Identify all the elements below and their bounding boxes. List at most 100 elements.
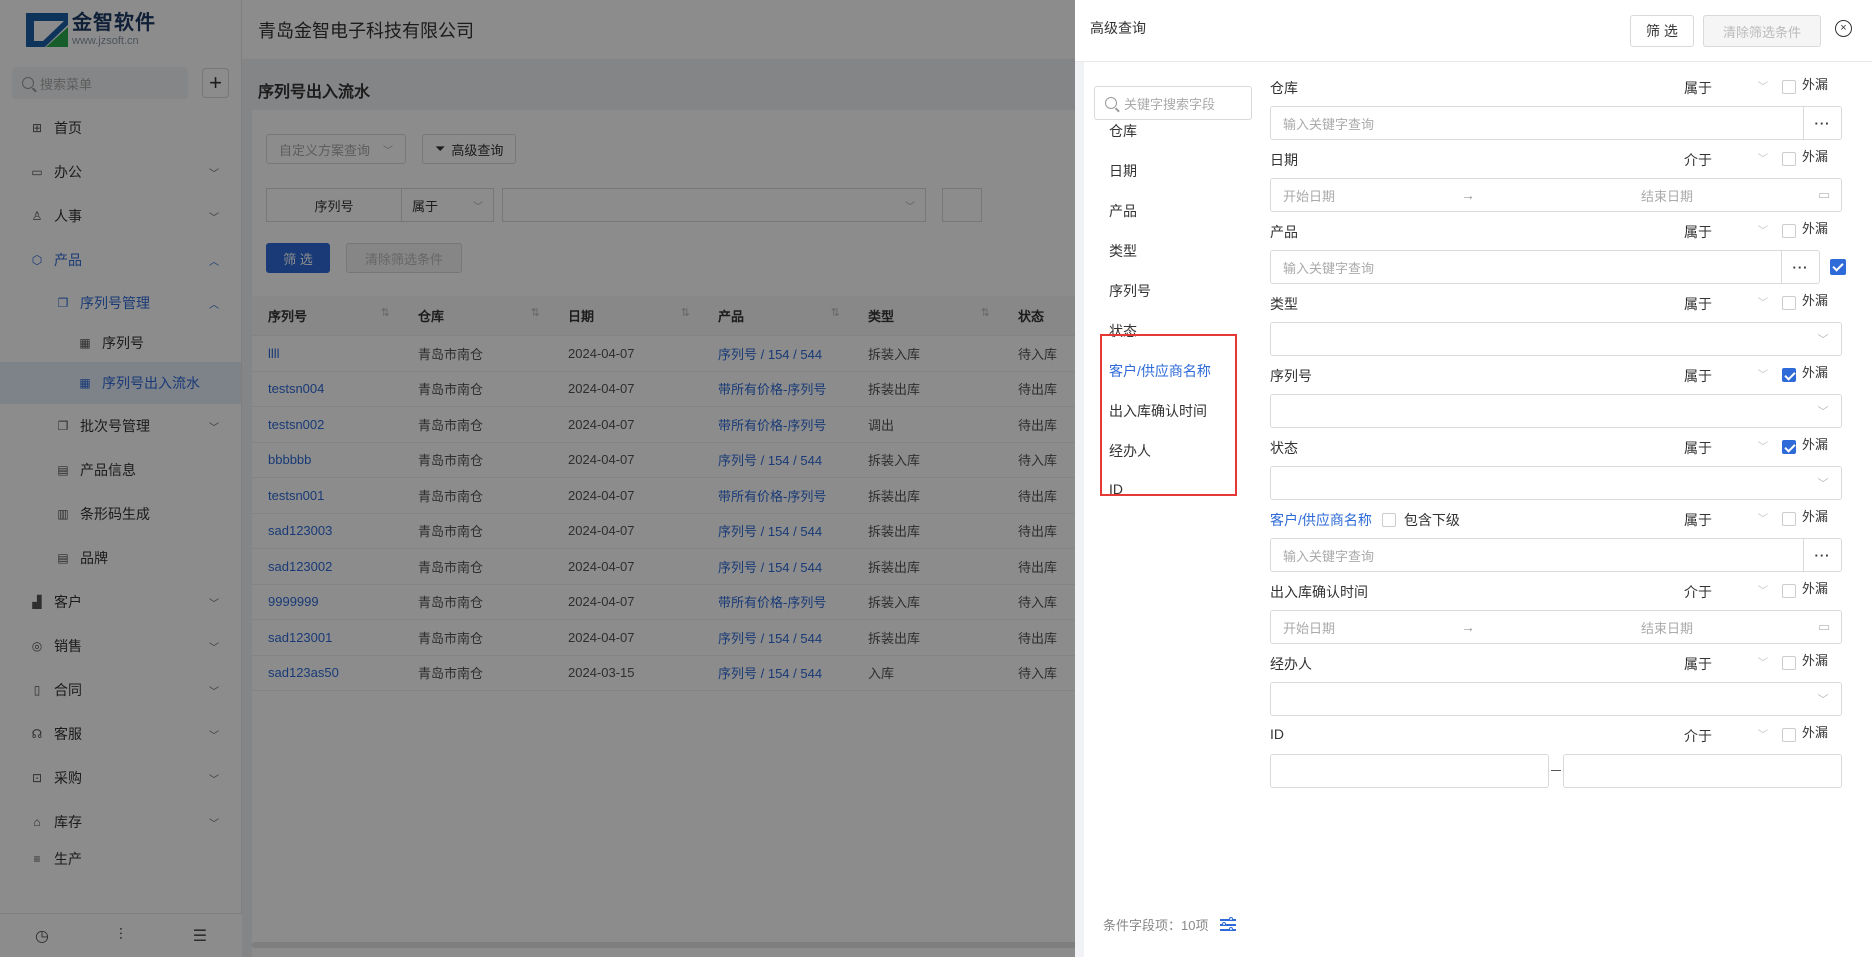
field-settings-icon[interactable] [1220, 916, 1237, 932]
keyword-input[interactable]: 输入关键字查询 ··· [1270, 538, 1842, 572]
date-start-placeholder: 开始日期 [1283, 188, 1336, 204]
external-label: 外漏 [1802, 365, 1829, 380]
range-max-input[interactable] [1563, 754, 1842, 788]
condition-operator-select[interactable]: 属于 [1684, 294, 1712, 314]
external-checkbox[interactable] [1782, 296, 1796, 310]
field-list-item[interactable]: 产品 [1109, 201, 1137, 221]
condition-label: 类型 [1270, 294, 1298, 314]
highlight-box [1100, 334, 1237, 496]
field-list-item[interactable]: 类型 [1109, 241, 1137, 261]
chevron-down-icon: ﹀ [1758, 154, 1768, 165]
external-checkbox[interactable] [1782, 656, 1796, 670]
date-end-placeholder: 结束日期 [1641, 188, 1694, 204]
field-list-item[interactable]: 日期 [1109, 161, 1137, 181]
condition-label-text: 仓库 [1270, 80, 1298, 96]
field-count: 条件字段项：10项 [1103, 915, 1237, 934]
range-min-input[interactable] [1270, 754, 1549, 788]
external-checkbox[interactable] [1782, 80, 1796, 94]
date-range-picker[interactable]: 开始日期 → 结束日期 ▭ [1270, 610, 1842, 644]
drawer-body: 关键字搜索字段 仓库 日期 产品 类型 序列号 状态 客户/供应商名称 出入库确认时间 经办人 I… [1084, 62, 1872, 957]
condition-label: 出入库确认时间 [1270, 582, 1368, 602]
condition-operator-select[interactable]: 属于 [1684, 366, 1712, 386]
condition-label: 状态 [1270, 438, 1298, 458]
chevron-down-icon: ﹀ [1758, 82, 1768, 93]
arrow-right-icon: → [1461, 187, 1475, 203]
condition-label: ID [1270, 726, 1284, 742]
value-select[interactable]: ﹀ [1270, 466, 1842, 500]
condition-operator-select[interactable]: 属于 [1684, 78, 1712, 98]
chevron-down-icon: ﹀ [1758, 442, 1768, 453]
chevron-down-icon: ﹀ [1817, 334, 1829, 346]
condition-label-text: 类型 [1270, 296, 1298, 312]
value-select[interactable]: ﹀ [1270, 682, 1842, 716]
chevron-down-icon: ﹀ [1758, 226, 1768, 237]
condition-label-text: 客户/供应商名称 [1270, 512, 1372, 528]
condition-label: 日期 [1270, 150, 1298, 170]
external-label: 外漏 [1802, 653, 1829, 668]
include-checkbox[interactable] [1830, 259, 1846, 275]
external-label: 外漏 [1802, 509, 1829, 524]
condition-label: 仓库 [1270, 78, 1298, 98]
value-select[interactable]: ﹀ [1270, 322, 1842, 356]
external-label: 外漏 [1802, 293, 1829, 308]
more-button[interactable]: ··· [1803, 539, 1841, 571]
external-checkbox[interactable] [1782, 152, 1796, 166]
chevron-down-icon: ﹀ [1758, 730, 1768, 741]
field-list-item[interactable]: 仓库 [1109, 121, 1137, 141]
condition-operator-select[interactable]: 介于 [1684, 582, 1712, 602]
external-label: 外漏 [1802, 149, 1829, 164]
more-button[interactable]: ··· [1803, 107, 1841, 139]
search-icon [1105, 97, 1117, 109]
condition-operator-select[interactable]: 介于 [1684, 726, 1712, 746]
chevron-down-icon: ﹀ [1758, 586, 1768, 597]
include-sub-checkbox[interactable] [1381, 513, 1396, 527]
external-checkbox[interactable] [1782, 584, 1796, 598]
chevron-down-icon: ﹀ [1758, 514, 1768, 525]
condition-operator-select[interactable]: 属于 [1684, 510, 1712, 530]
condition-label-text: 产品 [1270, 224, 1298, 240]
external-label: 外漏 [1802, 221, 1829, 236]
condition-label-text: 经办人 [1270, 656, 1312, 672]
date-range-picker[interactable]: 开始日期 → 结束日期 ▭ [1270, 178, 1842, 212]
chevron-down-icon: ﹀ [1758, 298, 1768, 309]
keyword-input[interactable]: 输入关键字查询 ··· [1270, 106, 1842, 140]
modal-overlay[interactable] [0, 0, 1075, 957]
condition-operator-select[interactable]: 属于 [1684, 654, 1712, 674]
field-list: 关键字搜索字段 仓库 日期 产品 类型 序列号 状态 客户/供应商名称 出入库确认时间 经办人 I… [1084, 62, 1254, 957]
include-sub-label: 包含下级 [1403, 512, 1460, 528]
external-checkbox[interactable] [1782, 512, 1796, 526]
field-search-placeholder: 关键字搜索字段 [1124, 96, 1216, 112]
field-count-label: 条件字段项：10项 [1103, 918, 1209, 933]
drawer-title: 高级查询 [1090, 20, 1146, 36]
field-search-input[interactable]: 关键字搜索字段 [1094, 86, 1252, 120]
condition-label: 产品 [1270, 222, 1298, 242]
external-checkbox[interactable] [1782, 224, 1796, 238]
drawer-filter-button[interactable]: 筛 选 [1630, 15, 1694, 47]
external-checkbox[interactable] [1782, 368, 1796, 382]
external-label: 外漏 [1802, 437, 1829, 452]
drawer-clear-button[interactable]: 清除筛选条件 [1703, 15, 1821, 47]
external-checkbox[interactable] [1782, 728, 1796, 742]
more-button[interactable]: ··· [1781, 251, 1819, 283]
date-start-placeholder: 开始日期 [1283, 620, 1336, 636]
date-end-placeholder: 结束日期 [1641, 620, 1694, 636]
condition-operator-select[interactable]: 属于 [1684, 438, 1712, 458]
advanced-query-drawer: 高级查询 筛 选 清除筛选条件 × 关键字搜索字段 仓库 日期 产品 类型 序列号 状态客… [1075, 0, 1872, 957]
condition-operator-select[interactable]: 介于 [1684, 150, 1712, 170]
external-label: 外漏 [1802, 581, 1829, 596]
condition-label: 客户/供应商名称 包含下级 [1270, 510, 1460, 530]
drawer-header: 高级查询 筛 选 清除筛选条件 × [1075, 0, 1872, 62]
condition-operator-select[interactable]: 属于 [1684, 222, 1712, 242]
keyword-input[interactable]: 输入关键字查询 ··· [1270, 250, 1820, 284]
value-select[interactable]: ﹀ [1270, 394, 1842, 428]
close-icon[interactable]: × [1835, 20, 1852, 37]
condition-label: 经办人 [1270, 654, 1312, 674]
external-label: 外漏 [1802, 725, 1829, 740]
arrow-right-icon: → [1461, 619, 1475, 635]
condition-label-text: 序列号 [1270, 368, 1312, 384]
external-checkbox[interactable] [1782, 440, 1796, 454]
chevron-down-icon: ﹀ [1817, 406, 1829, 418]
chevron-down-icon: ﹀ [1817, 478, 1829, 490]
calendar-icon: ▭ [1817, 187, 1831, 202]
field-list-item[interactable]: 序列号 [1109, 281, 1151, 301]
